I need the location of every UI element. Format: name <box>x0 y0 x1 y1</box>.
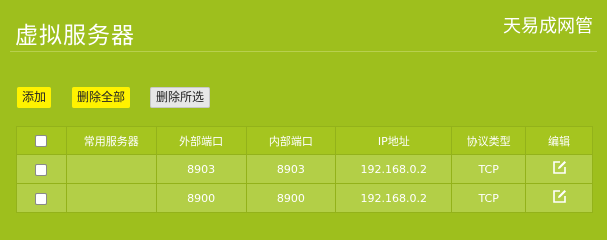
edit-cell <box>525 154 593 184</box>
common-server-cell <box>65 154 157 184</box>
row-checkbox[interactable] <box>35 192 48 205</box>
column-header-common-server: 常用服务器 <box>65 126 157 155</box>
edit-icon[interactable] <box>552 160 567 178</box>
external-port-cell: 8903 <box>155 154 247 184</box>
row-select-cell <box>16 183 67 213</box>
protocol-cell: TCP <box>451 183 527 213</box>
column-header-edit: 编辑 <box>525 126 593 155</box>
table-row: 8900 8900 192.168.0.2 TCP <box>16 183 593 213</box>
delete-all-button[interactable]: 删除全部 <box>72 87 131 108</box>
column-header-protocol: 协议类型 <box>451 126 527 155</box>
row-select-cell <box>16 154 67 184</box>
table-header-row: 常用服务器 外部端口 内部端口 IP地址 协议类型 编辑 <box>16 126 593 155</box>
column-header-ip-address: IP地址 <box>335 126 453 155</box>
add-button[interactable]: 添加 <box>17 87 52 108</box>
brand-logo-text: 天易成网管 <box>503 16 593 37</box>
edit-icon[interactable] <box>552 189 567 207</box>
row-checkbox[interactable] <box>35 163 48 176</box>
internal-port-cell: 8900 <box>245 183 337 213</box>
title-divider <box>10 51 597 52</box>
column-header-internal-port: 内部端口 <box>245 126 337 155</box>
external-port-cell: 8900 <box>155 183 247 213</box>
ip-address-cell: 192.168.0.2 <box>335 154 453 184</box>
table-row: 8903 8903 192.168.0.2 TCP <box>16 154 593 184</box>
select-all-cell <box>16 126 67 155</box>
column-header-external-port: 外部端口 <box>155 126 247 155</box>
edit-cell <box>525 183 593 213</box>
ip-address-cell: 192.168.0.2 <box>335 183 453 213</box>
delete-selected-button[interactable]: 删除所选 <box>150 87 211 108</box>
page-title: 虚拟服务器 <box>15 23 135 49</box>
virtual-server-table: 常用服务器 外部端口 内部端口 IP地址 协议类型 编辑 8903 8903 1… <box>16 126 593 213</box>
internal-port-cell: 8903 <box>245 154 337 184</box>
select-all-checkbox[interactable] <box>35 135 48 147</box>
protocol-cell: TCP <box>451 154 527 184</box>
common-server-cell <box>65 183 157 213</box>
